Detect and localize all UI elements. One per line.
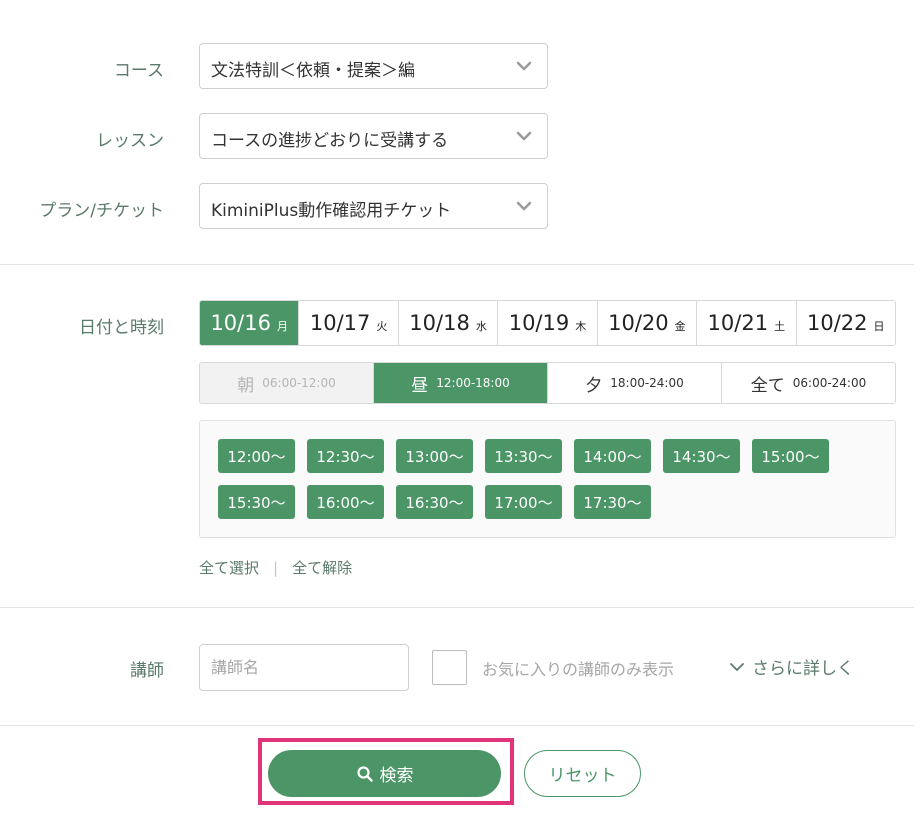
select-all-link[interactable]: 全て選択 bbox=[199, 559, 259, 577]
period-name: 朝 bbox=[237, 375, 255, 396]
plan-label: プラン/チケット bbox=[39, 201, 164, 221]
link-separator: | bbox=[273, 559, 279, 577]
date-tab-date: 10/18 bbox=[409, 311, 470, 335]
date-tab-weekday: 水 bbox=[475, 320, 487, 333]
time-slot-button[interactable]: 12:00〜 bbox=[218, 439, 295, 473]
date-tab-weekday: 月 bbox=[276, 320, 288, 333]
date-tab-weekday: 木 bbox=[575, 320, 587, 333]
date-selector: 10/16 月 10/17 火 10/18 水 10/19 木 10/20 金 10/21… bbox=[199, 300, 896, 346]
course-label: コース bbox=[113, 61, 164, 81]
teacher-name-input[interactable] bbox=[199, 644, 409, 691]
date-tab-date: 10/19 bbox=[508, 311, 570, 335]
date-tab[interactable]: 10/16 月 bbox=[200, 301, 299, 345]
date-tab-date: 10/16 bbox=[210, 311, 271, 335]
period-selector: 朝 06:00-12:00 昼 12:00-18:00 夕 18:00-24:00 全… bbox=[199, 362, 896, 404]
more-options-label: さらに詳しく bbox=[752, 659, 854, 679]
favorites-only-checkbox[interactable] bbox=[432, 650, 467, 685]
period-name: 昼 bbox=[411, 375, 429, 396]
period-time: 06:00-12:00 bbox=[262, 376, 336, 390]
date-tab-date: 10/21 bbox=[707, 311, 769, 335]
lesson-select-value: コースの進捗どおりに受講する bbox=[211, 131, 449, 151]
date-tab[interactable]: 10/18 水 bbox=[397, 301, 498, 345]
date-tab[interactable]: 10/17 火 bbox=[298, 301, 398, 345]
deselect-all-link[interactable]: 全て解除 bbox=[292, 559, 352, 577]
period-tab-morning[interactable]: 朝 06:00-12:00 bbox=[200, 363, 373, 403]
time-slot-button[interactable]: 17:00〜 bbox=[485, 485, 562, 519]
date-tab-weekday: 金 bbox=[674, 320, 686, 333]
course-select[interactable]: 文法特訓＜依頼・提案＞編 bbox=[199, 43, 548, 89]
search-button[interactable]: 検索 bbox=[268, 750, 501, 797]
lesson-label: レッスン bbox=[96, 131, 164, 151]
teacher-label: 講師 bbox=[130, 661, 164, 681]
time-slot-button[interactable]: 15:00〜 bbox=[752, 439, 829, 473]
search-icon bbox=[356, 765, 373, 782]
period-tab-evening[interactable]: 夕 18:00-24:00 bbox=[547, 363, 721, 403]
plan-select[interactable]: KiminiPlus動作確認用チケット bbox=[199, 183, 548, 229]
time-slot-button[interactable]: 14:00〜 bbox=[574, 439, 651, 473]
time-slot-button[interactable]: 17:30〜 bbox=[574, 485, 651, 519]
period-tab-all[interactable]: 全て 06:00-24:00 bbox=[721, 363, 895, 403]
datetime-label: 日付と時刻 bbox=[79, 318, 164, 338]
period-time: 18:00-24:00 bbox=[610, 376, 684, 390]
period-time: 06:00-24:00 bbox=[792, 376, 867, 390]
time-slot-button[interactable]: 16:30〜 bbox=[396, 485, 473, 519]
time-slot-button[interactable]: 16:00〜 bbox=[307, 485, 384, 519]
course-select-value: 文法特訓＜依頼・提案＞編 bbox=[211, 61, 415, 81]
section-divider bbox=[0, 725, 914, 726]
chevron-down-icon bbox=[730, 662, 744, 671]
time-slot-button[interactable]: 12:30〜 bbox=[307, 439, 384, 473]
date-tab-weekday: 日 bbox=[873, 320, 885, 333]
time-slot-button[interactable]: 13:00〜 bbox=[396, 439, 473, 473]
time-slot-button[interactable]: 13:30〜 bbox=[485, 439, 562, 473]
lesson-select[interactable]: コースの進捗どおりに受講する bbox=[199, 113, 548, 159]
period-tab-afternoon[interactable]: 昼 12:00-18:00 bbox=[373, 363, 547, 403]
date-tab[interactable]: 10/21 土 bbox=[696, 301, 796, 345]
date-tab-date: 10/17 bbox=[309, 311, 371, 335]
slot-selection-links: 全て選択 | 全て解除 bbox=[199, 557, 352, 578]
date-tab-weekday: 土 bbox=[774, 320, 786, 333]
chevron-down-icon bbox=[516, 61, 532, 71]
section-divider bbox=[0, 607, 914, 608]
date-tab[interactable]: 10/20 金 bbox=[596, 301, 697, 345]
date-tab-weekday: 火 bbox=[376, 320, 388, 333]
time-slot-button[interactable]: 14:30〜 bbox=[663, 439, 740, 473]
chevron-down-icon bbox=[516, 201, 532, 211]
search-button-label: 検索 bbox=[379, 766, 414, 786]
time-slot-button[interactable]: 15:30〜 bbox=[218, 485, 295, 519]
reset-button[interactable]: リセット bbox=[524, 750, 641, 797]
period-name: 全て bbox=[750, 375, 785, 396]
period-name: 夕 bbox=[585, 375, 603, 396]
more-options-link[interactable]: さらに詳しく bbox=[729, 654, 854, 679]
period-time: 12:00-18:00 bbox=[436, 376, 510, 390]
date-tab-date: 10/22 bbox=[806, 311, 868, 335]
date-tab-date: 10/20 bbox=[608, 311, 669, 335]
plan-select-value: KiminiPlus動作確認用チケット bbox=[211, 201, 452, 221]
date-tab[interactable]: 10/22 日 bbox=[795, 301, 895, 345]
time-slot-panel: 12:00〜 12:30〜 13:00〜 13:30〜 14:00〜 14:30… bbox=[199, 420, 896, 538]
favorites-only-label: お気に入りの講師のみ表示 bbox=[482, 660, 675, 679]
section-divider bbox=[0, 264, 914, 265]
chevron-down-icon bbox=[516, 131, 532, 141]
reset-button-label: リセット bbox=[548, 766, 617, 786]
date-tab[interactable]: 10/19 木 bbox=[497, 301, 597, 345]
